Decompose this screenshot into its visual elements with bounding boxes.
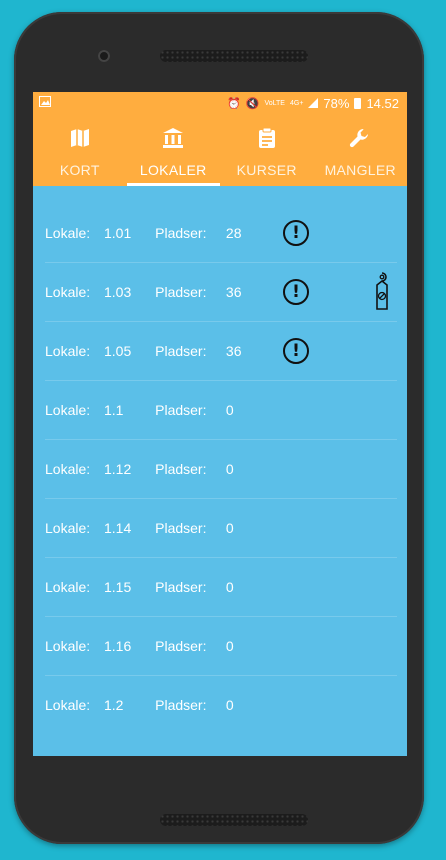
room-label: Lokale: (45, 579, 91, 595)
seats-count: 36 (225, 343, 242, 359)
list-item[interactable]: Lokale: 1.15 Pladser: 0 (45, 558, 397, 617)
seats-label: Pladser: (155, 284, 207, 300)
tab-kurser[interactable]: KURSER (220, 114, 314, 186)
room-number: 1.16 (104, 638, 132, 654)
seats-count: 28 (225, 225, 242, 241)
earpiece-speaker (160, 50, 308, 62)
seats-count: 0 (225, 579, 234, 595)
seats-count: 0 (225, 402, 234, 418)
seats-count: 0 (225, 697, 234, 713)
room-list: Lokale: 1.01 Pladser: 28 ! Lokale: 1.03 … (33, 186, 407, 734)
room-label: Lokale: (45, 343, 91, 359)
seats-label: Pladser: (155, 225, 207, 241)
room-number: 1.01 (104, 225, 132, 241)
warning-icon[interactable]: ! (282, 338, 309, 364)
list-item[interactable]: Lokale: 1.14 Pladser: 0 (45, 499, 397, 558)
seats-label: Pladser: (155, 638, 207, 654)
front-camera (98, 50, 110, 62)
seats-count: 0 (225, 461, 234, 477)
seats-label: Pladser: (155, 579, 207, 595)
room-number: 1.12 (104, 461, 132, 477)
room-label: Lokale: (45, 402, 91, 418)
door-hanger-icon[interactable] (373, 271, 391, 313)
clipboard-icon (258, 126, 276, 150)
wrench-icon (349, 126, 371, 150)
tab-kort[interactable]: KORT (33, 114, 127, 186)
room-label: Lokale: (45, 520, 91, 536)
app-screen: ⏰ 🔇 VoLTE 4G+ 78% 14.52 KORT LOKALER KUR… (33, 92, 407, 756)
gallery-notification-icon (39, 96, 51, 110)
network-indicator: 4G+ (289, 99, 304, 107)
tab-label-lokaler: LOKALER (139, 162, 207, 178)
seats-label: Pladser: (155, 461, 207, 477)
seats-count: 0 (225, 520, 234, 536)
room-label: Lokale: (45, 697, 91, 713)
list-item[interactable]: Lokale: 1.1 Pladser: 0 (45, 381, 397, 440)
seats-label: Pladser: (155, 520, 207, 536)
room-number: 1.1 (104, 402, 124, 418)
room-label: Lokale: (45, 284, 91, 300)
list-item[interactable]: Lokale: 1.12 Pladser: 0 (45, 440, 397, 499)
volte-indicator: VoLTE (264, 99, 285, 107)
tab-mangler[interactable]: MANGLER (314, 114, 408, 186)
signal-icon (308, 98, 319, 108)
list-item[interactable]: Lokale: 1.03 Pladser: 36 ! (45, 263, 397, 322)
warning-icon[interactable]: ! (282, 279, 309, 305)
room-number: 1.15 (104, 579, 132, 595)
map-icon (70, 126, 90, 150)
clock: 14.52 (366, 95, 399, 111)
tab-bar: KORT LOKALER KURSER MANGLER (33, 114, 407, 186)
room-label: Lokale: (45, 638, 91, 654)
battery-icon (354, 97, 362, 109)
tab-label-mangler: MANGLER (324, 162, 396, 178)
tab-label-kort: KORT (59, 162, 100, 178)
list-item[interactable]: Lokale: 1.05 Pladser: 36 ! (45, 322, 397, 381)
seats-label: Pladser: (155, 697, 207, 713)
bottom-speaker (160, 814, 308, 826)
list-item[interactable]: Lokale: 1.01 Pladser: 28 ! (45, 204, 397, 263)
status-bar: ⏰ 🔇 VoLTE 4G+ 78% 14.52 (33, 92, 407, 114)
building-icon (162, 126, 184, 150)
tab-lokaler[interactable]: LOKALER (126, 114, 221, 186)
room-number: 1.05 (104, 343, 132, 359)
battery-percent: 78% (323, 95, 350, 111)
alarm-icon: ⏰ (227, 97, 241, 110)
tab-label-kurser: KURSER (236, 162, 297, 178)
list-item[interactable]: Lokale: 1.2 Pladser: 0 (45, 676, 397, 734)
seats-count: 36 (225, 284, 242, 300)
warning-icon[interactable]: ! (282, 220, 309, 246)
room-label: Lokale: (45, 225, 91, 241)
seats-label: Pladser: (155, 402, 207, 418)
room-label: Lokale: (45, 461, 91, 477)
seats-count: 0 (225, 638, 234, 654)
seats-label: Pladser: (155, 343, 207, 359)
list-item[interactable]: Lokale: 1.16 Pladser: 0 (45, 617, 397, 676)
room-number: 1.14 (104, 520, 132, 536)
mute-icon: 🔇 (245, 97, 260, 110)
room-number: 1.03 (104, 284, 132, 300)
room-number: 1.2 (104, 697, 124, 713)
